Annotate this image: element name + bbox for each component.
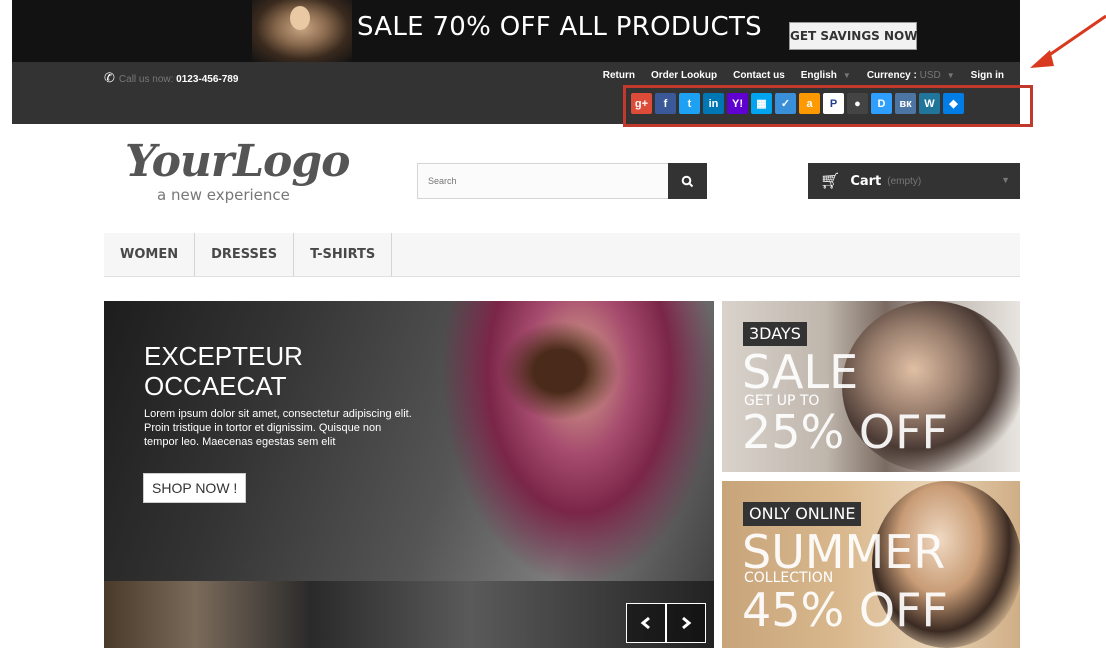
language-selector[interactable]: English ▼ xyxy=(793,69,859,83)
disqus-icon[interactable]: D xyxy=(871,93,892,114)
vk-icon[interactable]: вк xyxy=(895,93,916,114)
cart-label: Cart xyxy=(850,173,882,189)
page: SALE 70% OFF ALL PRODUCTS GET SAVINGS NO… xyxy=(0,0,1106,648)
hero-model-hair xyxy=(499,321,619,421)
currency-selector[interactable]: Currency : USD ▼ xyxy=(859,69,963,83)
menu-item-women[interactable]: WOMEN xyxy=(104,233,196,277)
chevron-right-icon xyxy=(682,616,692,630)
amazon-icon[interactable]: a xyxy=(799,93,820,114)
check-icon[interactable]: ✓ xyxy=(775,93,796,114)
search-bar xyxy=(417,163,707,199)
slider-next-button[interactable] xyxy=(666,603,706,643)
chevron-down-icon: ▼ xyxy=(842,71,851,80)
side-banner-tag: 3DAYS xyxy=(743,322,807,346)
chevron-left-icon xyxy=(640,616,650,630)
shopping-cart-icon: 🛒︎ xyxy=(820,173,841,190)
banner-model-image xyxy=(252,0,352,62)
search-button[interactable] xyxy=(668,163,707,199)
dropbox-icon[interactable]: ◆ xyxy=(943,93,964,114)
linkedin-icon[interactable]: in xyxy=(703,93,724,114)
paypal-icon[interactable]: P xyxy=(823,93,844,114)
twitter-icon[interactable]: t xyxy=(679,93,700,114)
cart-button[interactable]: 🛒︎ Cart (empty) ▼ xyxy=(808,163,1020,199)
promo-banner-text: SALE 70% OFF ALL PRODUCTS xyxy=(357,12,762,42)
shop-now-button[interactable]: SHOP NOW ! xyxy=(143,473,247,503)
site-logo[interactable]: YourLogo a new experience xyxy=(125,136,351,208)
slider-controls xyxy=(626,603,706,643)
contact-us-link[interactable]: Contact us xyxy=(725,69,793,83)
side-banner-headline: SUMMER xyxy=(742,525,946,579)
search-icon xyxy=(681,175,694,187)
call-us: ✆ Call us now: 0123-456-789 xyxy=(104,70,238,86)
search-input[interactable] xyxy=(417,163,668,199)
hero-slider[interactable]: EXCEPTEUR OCCAECAT Lorem ipsum dolor sit… xyxy=(104,301,714,648)
hero-title: EXCEPTEUR OCCAECAT xyxy=(144,341,404,401)
currency-value: USD xyxy=(919,70,941,81)
chevron-down-icon: ▼ xyxy=(946,71,955,80)
currency-label: Currency : xyxy=(866,70,917,81)
phone-icon: ✆ xyxy=(104,70,115,85)
menu-item-t-shirts[interactable]: T-SHIRTS xyxy=(294,233,393,277)
get-savings-button[interactable]: GET SAVINGS NOW xyxy=(789,22,917,50)
phone-number: 0123-456-789 xyxy=(176,74,239,85)
hero-thumbnail-strip xyxy=(104,581,714,648)
windows-live-icon[interactable]: ▦ xyxy=(751,93,772,114)
google-plus-icon[interactable]: g+ xyxy=(631,93,652,114)
hero-description: Lorem ipsum dolor sit amet, consectetur … xyxy=(144,408,412,448)
menu-item-dresses[interactable]: DRESSES xyxy=(195,233,295,277)
return-link[interactable]: Return xyxy=(595,69,643,83)
facebook-icon[interactable]: f xyxy=(655,93,676,114)
side-banner-tag: ONLY ONLINE xyxy=(743,502,862,526)
hero-title-line1: EXCEPTEUR xyxy=(144,341,303,371)
promo-banner[interactable]: SALE 70% OFF ALL PRODUCTS GET SAVINGS NO… xyxy=(12,0,1020,62)
language-value: English xyxy=(800,70,837,81)
github-icon[interactable]: ● xyxy=(847,93,868,114)
call-label: Call us now: xyxy=(118,74,174,85)
top-navbar: ✆ Call us now: 0123-456-789 Return Order … xyxy=(12,62,1033,127)
annotation-arrow xyxy=(1030,14,1106,68)
chevron-down-icon: ▼ xyxy=(1001,175,1010,185)
side-banner-summer[interactable]: ONLY ONLINE SUMMER COLLECTION 45% OFF xyxy=(722,481,1020,648)
side-banner-discount: 25% OFF xyxy=(742,405,948,459)
side-banner-discount: 45% OFF xyxy=(742,583,948,637)
wordpress-icon[interactable]: W xyxy=(919,93,940,114)
yahoo-icon[interactable]: Y! xyxy=(727,93,748,114)
side-banner-headline: SALE xyxy=(742,345,859,399)
hero-title-line2: OCCAECAT xyxy=(144,371,287,401)
order-lookup-link[interactable]: Order Lookup xyxy=(643,69,725,83)
sign-in-link[interactable]: Sign in xyxy=(963,69,1012,83)
main-menu: WOMEN DRESSES T-SHIRTS xyxy=(104,233,1020,277)
logo-text: YourLogo xyxy=(125,136,351,187)
social-login-icons: g+ f t in Y! ▦ ✓ a P ● Dвк W ◆ xyxy=(631,93,964,114)
side-banner-sale[interactable]: 3DAYS SALE GET UP TO 25% OFF xyxy=(722,301,1020,472)
slider-prev-button[interactable] xyxy=(626,603,666,643)
nav-links: Return Order Lookup Contact us English ▼ … xyxy=(595,69,1012,83)
cart-state: (empty) xyxy=(887,175,922,187)
logo-tagline: a new experience xyxy=(157,186,290,204)
